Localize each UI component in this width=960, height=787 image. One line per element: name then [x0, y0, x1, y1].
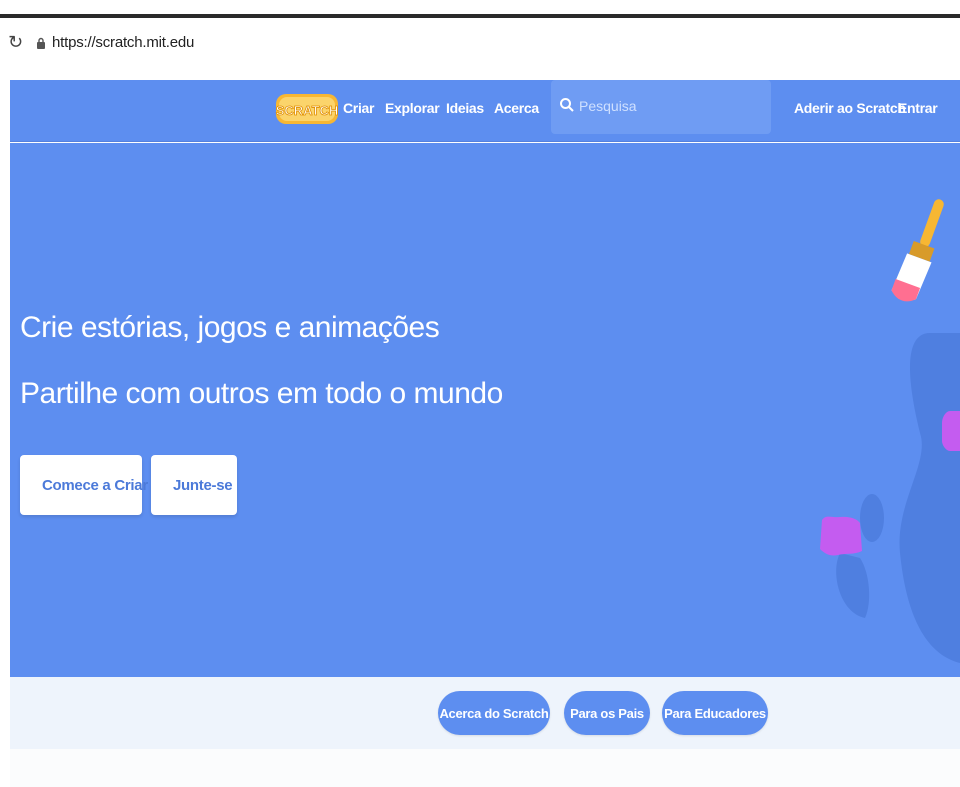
- nav-about[interactable]: Acerca: [494, 100, 539, 116]
- url-text[interactable]: https://scratch.mit.edu: [52, 34, 194, 51]
- reload-icon[interactable]: ↻: [8, 32, 23, 53]
- search-icon: [560, 98, 574, 112]
- join-label: Junte-se: [173, 476, 233, 494]
- hero-subtitle: Partilhe com outros em todo o mundo: [20, 377, 503, 410]
- puzzle-piece-left: [820, 516, 862, 556]
- start-creating-button[interactable]: Comece a Criar: [20, 455, 148, 515]
- hero-banner: Crie estórias, jogos e animações Partilh…: [10, 143, 960, 677]
- puzzle-piece-right: [942, 411, 960, 451]
- address-bar[interactable]: ↻ https://scratch.mit.edu: [0, 20, 960, 72]
- paintbrush-icon: [891, 199, 944, 302]
- hero-title: Crie estórias, jogos e animações: [20, 311, 440, 344]
- lock-icon: [37, 37, 45, 49]
- for-parents-button[interactable]: Para os Pais: [564, 691, 650, 735]
- decorative-illustration: [820, 199, 960, 663]
- browser-top: [0, 0, 960, 20]
- blob-shape: [899, 333, 960, 663]
- about-scratch-button[interactable]: Acerca do Scratch: [438, 691, 550, 735]
- window-frame: [0, 14, 960, 18]
- sign-in-link[interactable]: Entrar: [898, 100, 938, 116]
- page-content-area: [10, 749, 960, 787]
- nav-ideas[interactable]: Ideias: [446, 100, 484, 116]
- search-input[interactable]: [579, 94, 759, 118]
- join-scratch-link[interactable]: Aderir ao Scratch: [794, 100, 906, 116]
- start-creating-label: Comece a Criar: [42, 476, 148, 494]
- blob-small: [836, 553, 870, 618]
- scratch-logo[interactable]: SCRATCH: [274, 89, 340, 129]
- nav-explore[interactable]: Explorar: [385, 100, 440, 116]
- for-educators-button[interactable]: Para Educadores: [662, 691, 768, 735]
- secondary-nav: Acerca do Scratch Para os Pais Para Educ…: [10, 677, 960, 749]
- blob-dot: [860, 494, 884, 542]
- site-header: SCRATCH Criar Explorar Ideias Acerca Ade…: [10, 80, 960, 142]
- nav-create[interactable]: Criar: [343, 100, 374, 116]
- search-box[interactable]: [551, 80, 771, 134]
- logo-text: SCRATCH: [276, 103, 339, 118]
- join-button[interactable]: Junte-se: [151, 455, 237, 515]
